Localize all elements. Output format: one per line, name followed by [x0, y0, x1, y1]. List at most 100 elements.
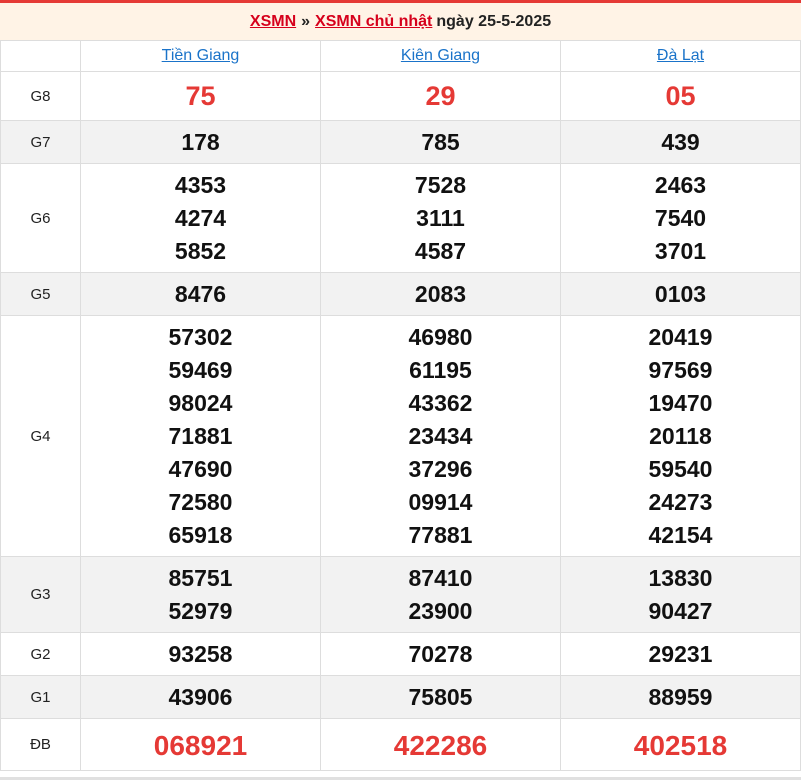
prize-row: G7 178 785 439 [0, 120, 801, 164]
prize-cell: 05 [560, 71, 801, 121]
winning-number: 3111 [416, 205, 465, 231]
winning-number: 785 [421, 129, 460, 155]
xsmn-sunday-link[interactable]: XSMN chủ nhật [315, 13, 432, 31]
winning-number: 20419 [648, 324, 713, 350]
lottery-results-page: XSMN » XSMN chủ nhật ngày 25-5-2025 Tiền… [0, 0, 801, 780]
winning-number: 61195 [409, 357, 472, 383]
breadcrumb-separator: » [301, 12, 311, 30]
results-table: Tiền Giang Kiên Giang Đà Lạt G8 75 29 05 G7 1… [0, 40, 801, 771]
prize-cell: 13830 90427 [560, 556, 801, 633]
winning-number: 85751 [168, 565, 233, 591]
prize-cell: 85751 52979 [80, 556, 321, 633]
winning-number: 09914 [408, 489, 473, 515]
winning-number: 59540 [648, 456, 713, 482]
winning-number: 068921 [153, 729, 248, 761]
winning-number: 7540 [654, 205, 707, 231]
prize-row: G8 75 29 05 [0, 71, 801, 121]
winning-number: 178 [181, 129, 220, 155]
winning-number: 88959 [648, 684, 713, 710]
prize-cell: 88959 [560, 675, 801, 719]
winning-number: 2463 [654, 172, 707, 198]
winning-number: 46980 [408, 324, 473, 350]
prize-label: G3 [0, 556, 81, 633]
prize-cell: 2463 7540 3701 [560, 163, 801, 273]
prize-cell: 75805 [320, 675, 561, 719]
winning-number: 422286 [393, 729, 488, 761]
winning-number: 37296 [408, 456, 473, 482]
prize-label: G2 [0, 632, 81, 676]
prize-label: G4 [0, 315, 81, 557]
winning-number: 75805 [408, 684, 473, 710]
province-link-kien-giang[interactable]: Kiên Giang [401, 47, 480, 64]
prize-label: G6 [0, 163, 81, 273]
winning-number: 42154 [648, 522, 713, 548]
winning-number: 43362 [408, 390, 473, 416]
prize-row: G6 4353 4274 5852 7528 3111 4587 2463 7540 3701 [0, 163, 801, 273]
prize-cell: 785 [320, 120, 561, 164]
xsmn-link[interactable]: XSMN [250, 13, 296, 31]
prize-label: G7 [0, 120, 81, 164]
winning-number: 3701 [654, 238, 707, 264]
winning-number: 29 [425, 81, 456, 111]
prize-cell: 75 [80, 71, 321, 121]
prize-row: ĐB 068921 422286 402518 [0, 718, 801, 771]
winning-number: 4353 [174, 172, 227, 198]
province-link-da-lat[interactable]: Đà Lạt [657, 47, 704, 64]
winning-number: 72580 [168, 489, 233, 515]
province-header: Đà Lạt [560, 40, 801, 72]
results-body: G8 75 29 05 G7 178 785 439 G6 4353 4274 5852 7528 311… [0, 71, 801, 771]
province-header: Kiên Giang [320, 40, 561, 72]
winning-number: 402518 [633, 729, 728, 761]
prize-cell: 422286 [320, 718, 561, 771]
prize-cell: 29 [320, 71, 561, 121]
winning-number: 05 [665, 81, 696, 111]
winning-number: 23434 [408, 423, 473, 449]
winning-number: 2083 [414, 281, 467, 307]
prize-cell: 0103 [560, 272, 801, 316]
winning-number: 93258 [168, 641, 233, 667]
prize-label: G5 [0, 272, 81, 316]
winning-number: 20118 [649, 423, 712, 449]
winning-number: 5852 [174, 238, 227, 264]
winning-number: 43906 [168, 684, 233, 710]
winning-number: 439 [661, 129, 700, 155]
prize-cell: 29231 [560, 632, 801, 676]
prize-cell: 57302 59469 98024 71881 47690 72580 65918 [80, 315, 321, 557]
winning-number: 59469 [168, 357, 233, 383]
winning-number: 57302 [168, 324, 233, 350]
prize-cell: 20419 97569 19470 20118 59540 24273 42154 [560, 315, 801, 557]
winning-number: 23900 [408, 598, 473, 624]
winning-number: 8476 [174, 281, 227, 307]
winning-number: 4587 [414, 238, 467, 264]
winning-number: 75 [185, 81, 216, 111]
prize-cell: 178 [80, 120, 321, 164]
prize-cell: 46980 61195 43362 23434 37296 09914 77881 [320, 315, 561, 557]
prize-cell: 402518 [560, 718, 801, 771]
winning-number: 98024 [168, 390, 233, 416]
prize-cell: 93258 [80, 632, 321, 676]
winning-number: 13830 [648, 565, 713, 591]
province-header-row: Tiền Giang Kiên Giang Đà Lạt [0, 40, 801, 72]
winning-number: 52979 [168, 598, 233, 624]
corner-cell [0, 40, 81, 72]
winning-number: 97569 [648, 357, 713, 383]
prize-cell: 2083 [320, 272, 561, 316]
prize-cell: 70278 [320, 632, 561, 676]
winning-number: 19470 [648, 390, 713, 416]
winning-number: 47690 [168, 456, 233, 482]
prize-row: G4 57302 59469 98024 71881 47690 72580 65918 469… [0, 315, 801, 557]
prize-row: G3 85751 52979 87410 23900 13830 90427 [0, 556, 801, 633]
prize-cell: 43906 [80, 675, 321, 719]
winning-number: 87410 [408, 565, 473, 591]
prize-label: ĐB [0, 718, 81, 771]
province-link-tien-giang[interactable]: Tiền Giang [162, 47, 240, 64]
winning-number: 90427 [648, 598, 713, 624]
prize-cell: 439 [560, 120, 801, 164]
prize-label: G8 [0, 71, 81, 121]
winning-number: 65918 [168, 522, 233, 548]
winning-number: 7528 [414, 172, 467, 198]
draw-date: ngày 25-5-2025 [436, 12, 552, 30]
winning-number: 70278 [408, 641, 473, 667]
province-header: Tiền Giang [80, 40, 321, 72]
winning-number: 4274 [174, 205, 227, 231]
